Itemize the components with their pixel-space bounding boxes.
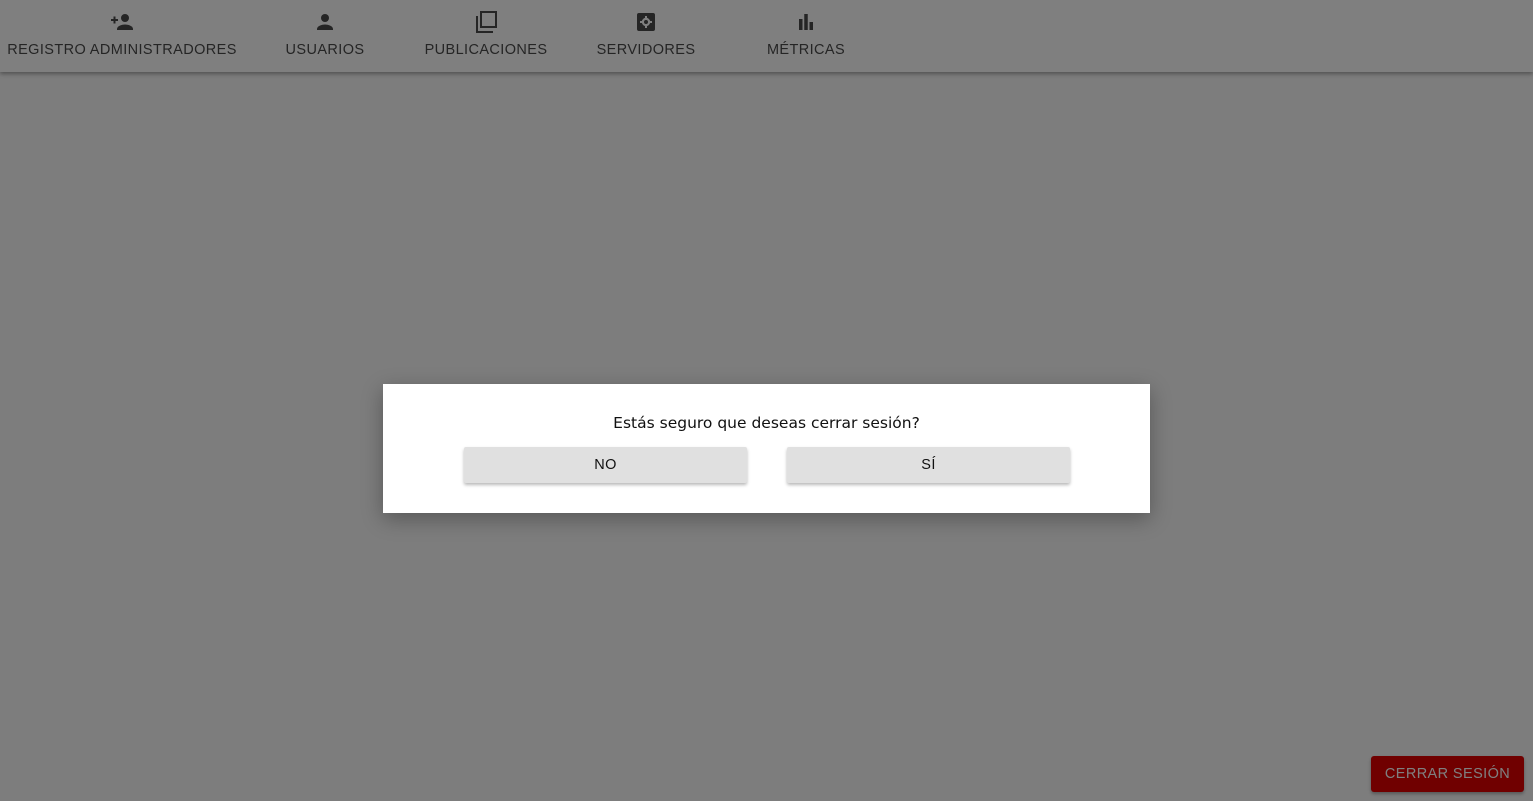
dialog-message: Estás seguro que deseas cerrar sesión?: [613, 414, 920, 432]
logout-confirm-dialog: Estás seguro que deseas cerrar sesión? N…: [383, 384, 1150, 513]
no-button[interactable]: NO: [464, 447, 747, 483]
app-root: REGISTRO ADMINISTRADORES USUARIOS PUBLIC…: [0, 0, 1533, 801]
yes-button[interactable]: SÍ: [787, 447, 1070, 483]
